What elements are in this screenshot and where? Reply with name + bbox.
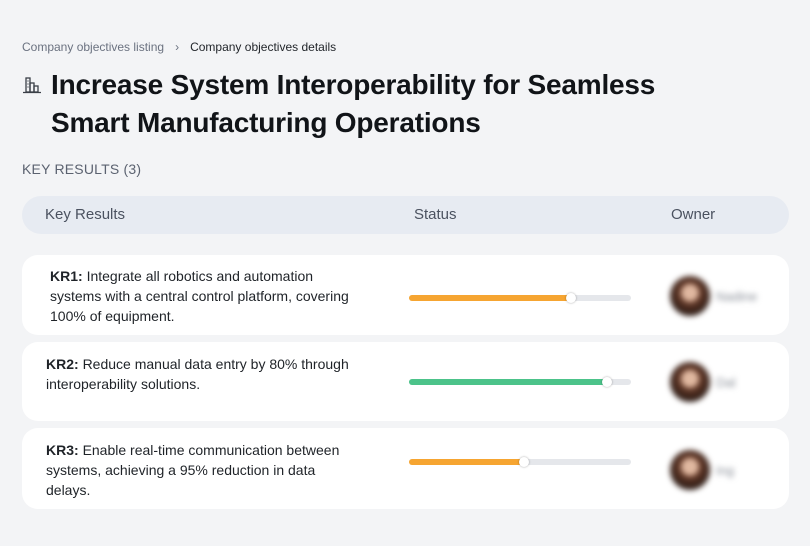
- progress-handle[interactable]: [519, 457, 530, 467]
- key-results-count-label: KEY RESULTS (3): [22, 161, 142, 177]
- breadcrumb-separator-icon: ›: [175, 40, 180, 54]
- column-header-status: Status: [414, 206, 457, 223]
- progress-bar[interactable]: [409, 457, 631, 467]
- key-result-row-kr2[interactable]: KR2: Reduce manual data entry by 80% thr…: [22, 342, 789, 421]
- key-result-code: KR2:: [46, 356, 79, 372]
- key-result-text: Enable real-time communication between s…: [46, 442, 340, 498]
- building-chart-icon: [23, 77, 41, 94]
- key-results-table-header: Key Results Status Owner: [22, 196, 789, 234]
- objective-details-page: Company objectives listing › Company obj…: [0, 0, 810, 546]
- progress-bar[interactable]: [409, 377, 631, 387]
- breadcrumb-objectives-listing-link[interactable]: Company objectives listing: [22, 39, 164, 55]
- avatar: [670, 362, 710, 402]
- key-result-description: KR2: Reduce manual data entry by 80% thr…: [46, 354, 366, 394]
- breadcrumb-current: Company objectives details: [190, 40, 337, 54]
- owner[interactable]: Dal: [670, 362, 736, 402]
- page-title: Increase System Interoperability for Sea…: [51, 69, 656, 138]
- key-result-text: Reduce manual data entry by 80% through …: [46, 356, 349, 392]
- key-result-text: Integrate all robotics and automation sy…: [50, 268, 349, 324]
- column-header-key-results: Key Results: [45, 206, 126, 223]
- key-result-description: KR3: Enable real-time communication betw…: [46, 440, 356, 500]
- page-header: Increase System Interoperability for Sea…: [22, 66, 671, 142]
- progress-handle[interactable]: [566, 293, 577, 303]
- progress-fill: [409, 295, 572, 301]
- progress-handle[interactable]: [601, 377, 612, 387]
- breadcrumb: Company objectives listing › Company obj…: [22, 39, 336, 55]
- avatar: [670, 450, 710, 490]
- key-result-code: KR1:: [50, 268, 83, 284]
- owner-name: Dal: [716, 374, 736, 390]
- owner[interactable]: Nadine: [670, 276, 757, 316]
- owner-name: Nadine: [716, 288, 758, 304]
- owner-name: Ing: [716, 462, 735, 478]
- key-result-row-kr3[interactable]: KR3: Enable real-time communication betw…: [22, 428, 789, 509]
- key-result-code: KR3:: [46, 442, 79, 458]
- key-result-row-kr1[interactable]: KR1: Integrate all robotics and automati…: [22, 255, 789, 335]
- progress-fill: [409, 379, 607, 385]
- avatar: [670, 276, 710, 316]
- progress-fill: [409, 459, 525, 465]
- owner[interactable]: Ing: [670, 450, 734, 490]
- column-header-owner: Owner: [671, 206, 716, 223]
- key-result-description: KR1: Integrate all robotics and automati…: [50, 266, 350, 326]
- progress-bar[interactable]: [409, 293, 631, 303]
